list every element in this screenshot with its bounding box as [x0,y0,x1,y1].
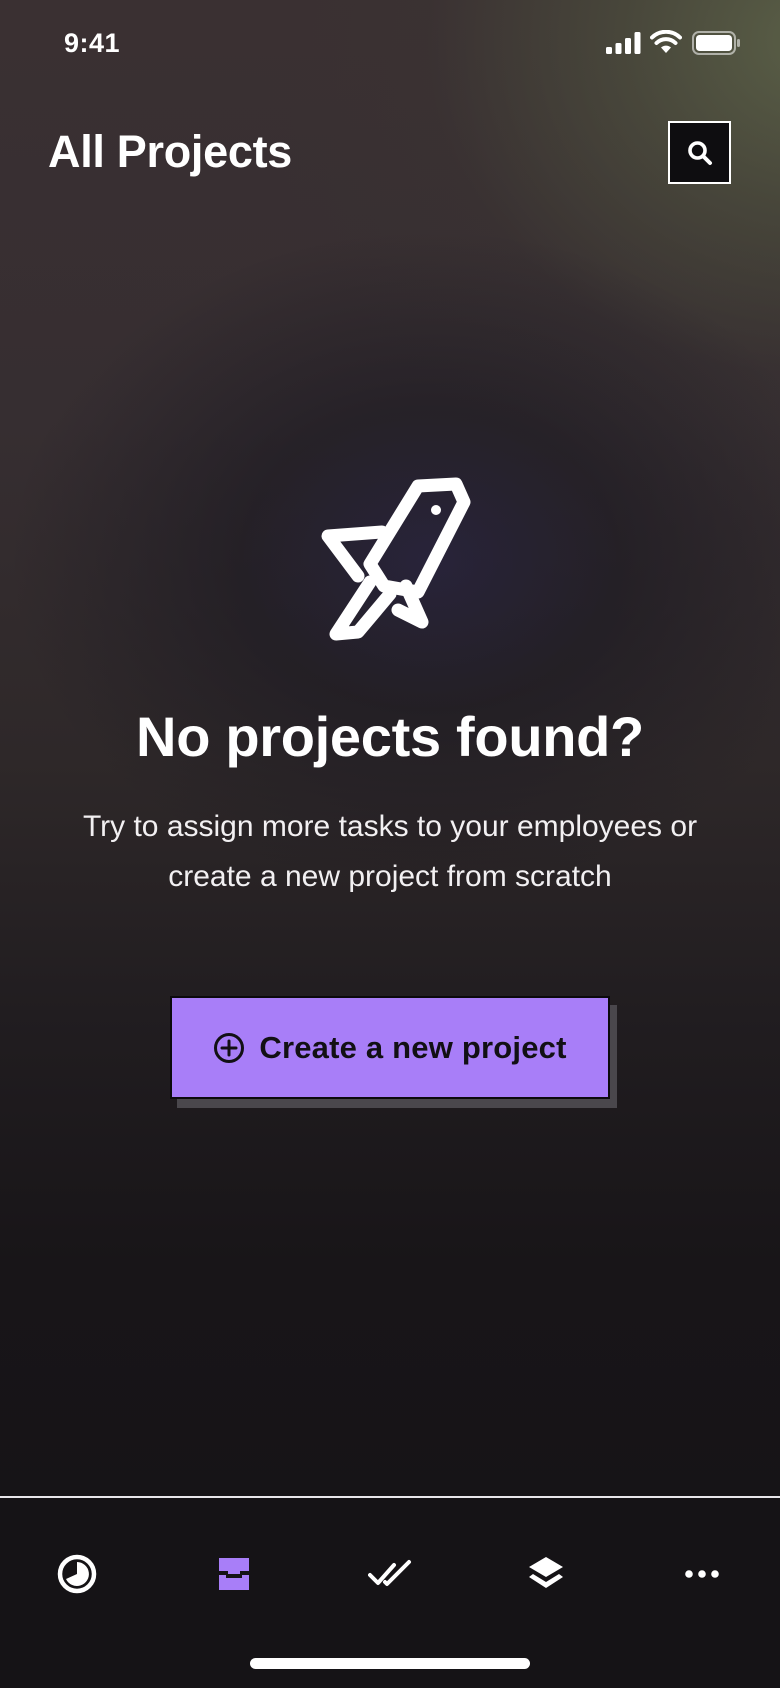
tab-tasks[interactable] [360,1544,420,1604]
tab-projects[interactable] [204,1544,264,1604]
tab-more[interactable] [672,1544,732,1604]
layers-icon [529,1557,563,1588]
search-button[interactable] [668,121,731,184]
more-dots-icon [685,1570,719,1578]
search-icon [687,140,713,166]
rocket-icon [321,477,471,641]
tab-dashboard[interactable] [47,1544,107,1604]
home-indicator[interactable] [250,1658,530,1669]
create-project-label: Create a new project [259,1029,567,1065]
create-project-button[interactable]: Create a new project [170,996,610,1099]
status-time: 9:41 [64,28,121,58]
inbox-tray-icon [219,1558,249,1590]
app-screen: 9:41 All Projects No projects found? Try… [0,0,780,1688]
wifi-icon [650,30,682,53]
double-check-icon [368,1560,411,1586]
tab-layers[interactable] [516,1544,576,1604]
page-title: All Projects [48,126,292,177]
battery-icon [692,31,740,55]
empty-state-description: Try to assign more tasks to your employe… [82,810,698,893]
plus-circle-icon [214,1032,245,1063]
status-bar: 9:41 [0,0,780,90]
cellular-signal-icon [606,32,641,54]
pie-clock-icon [57,1554,97,1594]
empty-state-title: No projects found? [136,705,644,768]
